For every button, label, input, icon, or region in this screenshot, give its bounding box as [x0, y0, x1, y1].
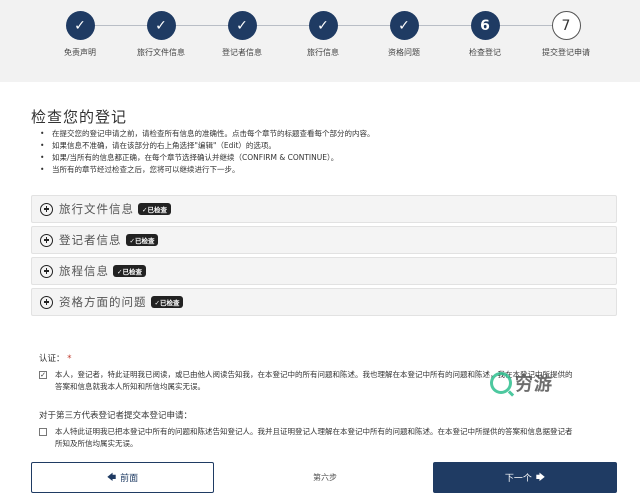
arrow-right-icon: 🡆 — [535, 472, 546, 483]
section-title[interactable]: 登记者信息 — [59, 232, 122, 248]
next-button[interactable]: 下一个 🡆 — [433, 462, 617, 493]
previous-button-label: 前面 — [120, 474, 139, 484]
checked-badge: ✓已检查 — [113, 265, 146, 277]
checked-badge: ✓已检查 — [125, 234, 159, 246]
required-marker: * — [67, 354, 72, 364]
section-eligibility[interactable]: 资格方面的问题 ✓已检查 — [31, 288, 617, 316]
previous-button[interactable]: 🡄 前面 — [31, 462, 214, 493]
step-travel-info[interactable]: ✓ 旅行信息 — [283, 11, 363, 58]
expand-plus-icon[interactable] — [40, 202, 53, 216]
check-icon: ✓ — [146, 11, 176, 40]
step-label: 旅行文件信息 — [137, 48, 185, 57]
section-title[interactable]: 资格方面的问题 — [59, 294, 147, 310]
third-party-label: 对于第三方代表登记者提交本登记申请： — [39, 411, 193, 421]
instructions-list: 在提交您的登记申请之前，请检查所有信息的准确性。点击每个章节的标题查看每个部分的… — [40, 128, 375, 176]
instruction-item: 如果/当所有的信息都正确，在每个章节选择确认并继续（CONFIRM & CONT… — [40, 152, 375, 164]
check-icon: ✓ — [227, 11, 257, 40]
third-party-text: 本人特此证明我已把本登记中所有的问题和陈述告知登记人。我并且证明登记人理解在本登… — [55, 427, 573, 448]
watermark: 穷游 — [490, 370, 553, 396]
step-eligibility[interactable]: ✓ 资格问题 — [364, 11, 444, 58]
checked-badge: ✓已检查 — [150, 296, 184, 308]
section-travel-info[interactable]: 旅程信息 ✓已检查 — [31, 257, 617, 285]
third-party-checkbox[interactable] — [39, 428, 47, 436]
check-icon: ✓ — [308, 11, 338, 40]
section-title[interactable]: 旅程信息 — [59, 263, 109, 279]
certification-label-text: 认证： — [39, 354, 65, 364]
section-title[interactable]: 旅行文件信息 — [59, 201, 134, 217]
section-applicant-info[interactable]: 登记者信息 ✓已检查 — [31, 226, 617, 254]
step-number: 7 — [551, 11, 581, 40]
step-submit: 7 提交登记申请 — [526, 11, 606, 58]
q-logo-icon — [490, 372, 512, 394]
certification-label: 认证： * — [39, 352, 71, 364]
expand-plus-icon[interactable] — [40, 264, 53, 278]
step-travel-document[interactable]: ✓ 旅行文件信息 — [121, 11, 201, 58]
step-label: 旅行信息 — [307, 48, 339, 57]
step-disclaimer[interactable]: ✓ 免责声明 — [40, 11, 120, 58]
step-indicator: 第六步 — [313, 473, 337, 482]
expand-plus-icon[interactable] — [40, 295, 53, 309]
step-number: 6 — [470, 11, 500, 40]
next-button-label: 下一个 — [504, 474, 532, 484]
step-review: 6 检查登记 — [445, 11, 525, 58]
expand-plus-icon[interactable] — [40, 233, 53, 247]
instruction-item: 当所有的章节经过检查之后，您将可以继续进行下一步。 — [40, 164, 375, 176]
step-label: 资格问题 — [388, 48, 420, 57]
step-label: 检查登记 — [469, 48, 501, 57]
step-label: 提交登记申请 — [542, 48, 590, 57]
step-label: 登记者信息 — [222, 48, 262, 57]
check-icon: ✓ — [65, 11, 95, 40]
step-label: 免责声明 — [64, 48, 96, 57]
instruction-item: 如果信息不准确，请在该部分的右上角选择"编辑"（Edit）的选项。 — [40, 140, 375, 152]
watermark-text: 穷游 — [515, 374, 553, 395]
section-travel-document[interactable]: 旅行文件信息 ✓已检查 — [31, 195, 617, 223]
self-certify-checkbox[interactable]: ✓ — [39, 371, 47, 379]
check-icon: ✓ — [389, 11, 419, 40]
checked-badge: ✓已检查 — [138, 203, 171, 215]
arrow-left-icon: 🡄 — [106, 472, 117, 483]
step-applicant-info[interactable]: ✓ 登记者信息 — [202, 11, 282, 58]
progress-stepper: ✓ 免责声明 ✓ 旅行文件信息 ✓ 登记者信息 ✓ 旅行信息 ✓ 资格问题 6 … — [0, 0, 640, 82]
page-title: 检查您的登记 — [31, 108, 128, 126]
instruction-item: 在提交您的登记申请之前，请检查所有信息的准确性。点击每个章节的标题查看每个部分的… — [40, 128, 375, 140]
